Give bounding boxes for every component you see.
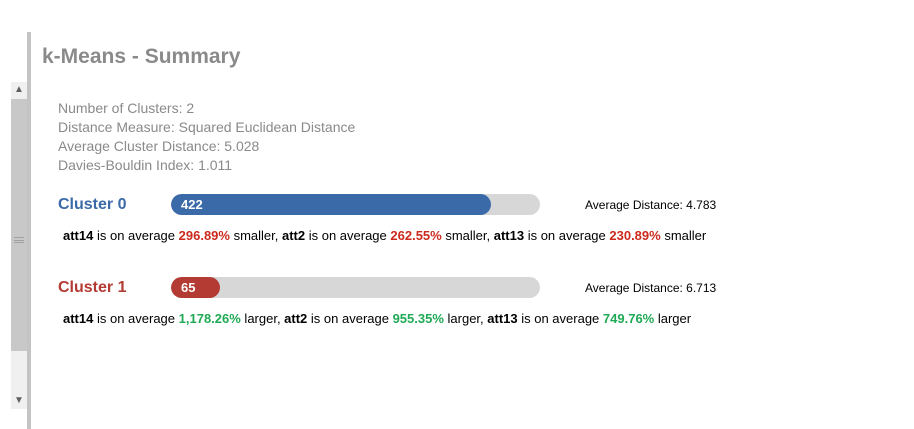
cluster-1-average-distance: Average Distance: 6.713	[585, 281, 717, 295]
cluster-0-description: att14 is on average 296.89% smaller, att…	[63, 228, 706, 243]
cluster-1-bar-track: 65	[171, 277, 540, 298]
cluster-0-attr-2: att2	[281, 228, 306, 243]
cluster-0-text-3: is on average	[524, 228, 610, 243]
cluster-0-pct-1: 296.89%	[178, 228, 230, 243]
page-title: k-Means - Summary	[42, 45, 241, 68]
cluster-0-bar-fill	[171, 194, 491, 215]
cluster-1-text-1: is on average	[93, 311, 179, 326]
cluster-1-pct-1: 1,178.26%	[178, 311, 241, 326]
panel-divider	[27, 32, 31, 429]
vertical-scrollbar[interactable]: ▲ ▼	[11, 82, 27, 409]
cluster-0-name: Cluster 0	[58, 196, 127, 213]
grip-icon	[14, 237, 24, 243]
cluster-1-count: 65	[181, 280, 196, 295]
cluster-0-attr-3: att13	[493, 228, 525, 243]
info-distance-measure: Distance Measure: Squared Euclidean Dist…	[58, 119, 356, 135]
cluster-1-suffix-1: larger,	[240, 311, 285, 326]
kmeans-summary-panel: ▲ ▼ k-Means - Summary Number of Clusters…	[0, 0, 914, 429]
chevron-up-icon[interactable]: ▲	[11, 82, 27, 98]
cluster-0-pct-3: 230.89%	[609, 228, 661, 243]
cluster-0-average-distance: Average Distance: 4.783	[585, 198, 717, 212]
cluster-1-description: att14 is on average 1,178.26% larger, at…	[63, 311, 691, 326]
info-davies-bouldin-index: Davies-Bouldin Index: 1.011	[58, 157, 233, 173]
cluster-0-text-1: is on average	[93, 228, 179, 243]
cluster-1-attr-2: att2	[284, 311, 308, 326]
cluster-1-suffix-3: larger	[654, 311, 692, 326]
chevron-down-icon[interactable]: ▼	[11, 393, 27, 409]
cluster-1-pct-2: 955.35%	[392, 311, 444, 326]
cluster-1-attr-3: att13	[487, 311, 518, 326]
cluster-1-attr-1: att14	[63, 311, 94, 326]
cluster-1-name: Cluster 1	[58, 279, 127, 296]
info-average-cluster-distance: Average Cluster Distance: 5.028	[58, 138, 260, 154]
cluster-1-suffix-2: larger,	[443, 311, 488, 326]
cluster-0-bar-track: 422	[171, 194, 540, 215]
cluster-0-suffix-2: smaller,	[441, 228, 494, 243]
scrollbar-thumb[interactable]	[11, 99, 27, 351]
cluster-1-bar-fill	[171, 277, 221, 298]
cluster-1-text-2: is on average	[307, 311, 393, 326]
cluster-1-pct-3: 749.76%	[602, 311, 655, 326]
cluster-0-pct-2: 262.55%	[390, 228, 442, 243]
cluster-1-text-3: is on average	[517, 311, 603, 326]
cluster-0-count: 422	[181, 197, 203, 212]
summary-info: Number of Clusters: 2 Distance Measure: …	[58, 99, 355, 175]
cluster-0-suffix-3: smaller	[660, 228, 707, 243]
cluster-0-suffix-1: smaller,	[229, 228, 282, 243]
info-number-of-clusters: Number of Clusters: 2	[58, 100, 195, 116]
cluster-0-text-2: is on average	[305, 228, 391, 243]
cluster-0-attr-1: att14	[63, 228, 94, 243]
